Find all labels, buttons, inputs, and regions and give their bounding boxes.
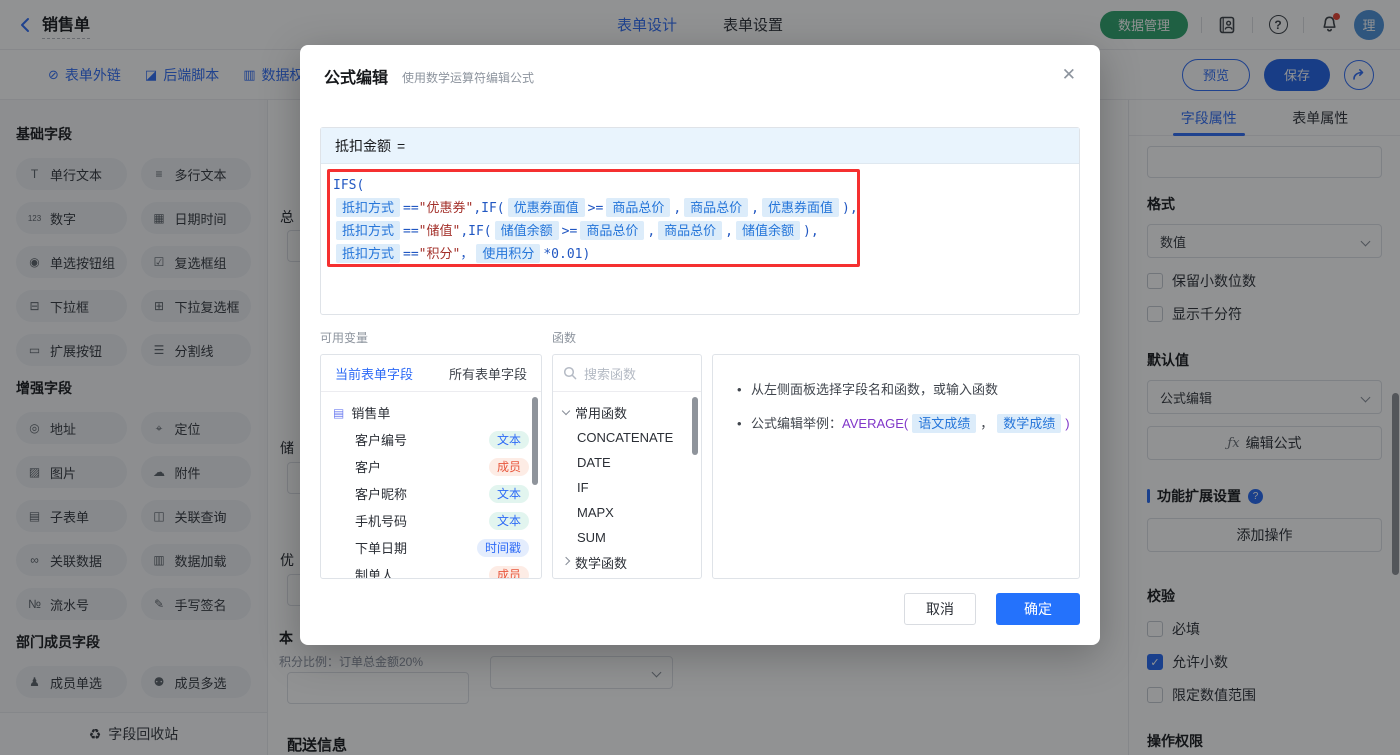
form-doc-icon: ▤ <box>333 406 344 420</box>
variable-label: 客户 <box>355 457 381 476</box>
formula-operator: , <box>673 201 681 216</box>
variables-list: ▤ 销售单 客户编号文本客户成员客户昵称文本手机号码文本下单日期时间戳制单人成员 <box>321 392 541 579</box>
equals-sign: = <box>397 138 405 154</box>
field-type-badge: 时间戳 <box>477 539 529 557</box>
formula-operator: >= <box>588 201 604 216</box>
variable-order-date[interactable]: 下单日期 时间戳 <box>321 534 541 561</box>
variables-panel: 当前表单字段所有表单字段 ▤ 销售单 客户编号文本客户成员客户昵称文本手机号码文… <box>320 354 542 579</box>
formula-operator: *0.01) <box>543 247 590 262</box>
formula-field-pill[interactable]: 优惠券面值 <box>762 198 839 217</box>
variable-label: 下单日期 <box>355 538 407 557</box>
chevron-right-icon <box>562 557 570 565</box>
function-group-math-functions[interactable]: 数学函数 <box>553 550 701 575</box>
formula-line: IFS( <box>333 174 1067 197</box>
formula-operator: IFS( <box>333 178 364 193</box>
field-type-badge: 成员 <box>489 566 529 580</box>
tip-line: 从左侧面板选择字段名和函数，或输入函数 <box>737 373 1079 407</box>
formula-input-area[interactable]: IFS(抵扣方式=="优惠券",IF(优惠券面值>=商品总价,商品总价,优惠券面… <box>321 164 1079 314</box>
function-date[interactable]: DATE <box>553 450 701 475</box>
field-type-badge: 成员 <box>489 458 529 476</box>
app-window: 销售单 表单设计表单设置 数据管理 ? 理 ⊘表单外链◪后端脚本▥数据权 预览 … <box>0 0 1400 755</box>
functions-panel: 搜索函数 常用函数 CONCATENATEDATEIFMAPXSUM 数学函数文本函… <box>552 354 702 579</box>
formula-operator: ,IF( <box>460 224 491 239</box>
chevron-down-icon <box>562 407 570 415</box>
formula-line: 抵扣方式=="储值",IF(储值余额>=商品总价,商品总价,储值余额), <box>333 220 1067 243</box>
formula-editor: 抵扣金额 = IFS(抵扣方式=="优惠券",IF(优惠券面值>=商品总价,商品… <box>320 127 1080 315</box>
cancel-button[interactable]: 取消 <box>904 593 976 625</box>
modal-title: 公式编辑 <box>324 64 388 88</box>
function-group-common-functions[interactable]: 常用函数 <box>553 400 701 425</box>
formula-operator: >= <box>562 224 578 239</box>
field-type-badge: 文本 <box>489 512 529 530</box>
variable-label: 客户昵称 <box>355 484 407 503</box>
example-field-pill: 数学成绩 <box>997 414 1061 433</box>
formula-operator: ), <box>803 224 819 239</box>
variable-customer[interactable]: 客户 成员 <box>321 453 541 480</box>
function-group-label: 常用函数 <box>575 403 627 422</box>
formula-field-pill[interactable]: 抵扣方式 <box>336 221 400 240</box>
formula-string: "积分" <box>419 247 461 262</box>
variable-label: 手机号码 <box>355 511 407 530</box>
formula-operator: , <box>725 224 733 239</box>
formula-field-pill[interactable]: 优惠券面值 <box>508 198 585 217</box>
function-concatenate[interactable]: CONCATENATE <box>553 425 701 450</box>
variable-phone-number[interactable]: 手机号码 文本 <box>321 507 541 534</box>
modal-subtitle: 使用数学运算符编辑公式 <box>402 69 534 86</box>
functions-label: 函数 <box>552 329 712 346</box>
formula-string: "优惠券" <box>419 201 474 216</box>
formula-operator: , <box>751 201 759 216</box>
variables-label: 可用变量 <box>320 329 552 346</box>
function-group-label: 数学函数 <box>575 553 627 572</box>
function-mapx[interactable]: MAPX <box>553 500 701 525</box>
formula-field-pill[interactable]: 储值余额 <box>495 221 559 240</box>
function-if[interactable]: IF <box>553 475 701 500</box>
formula-field-pill[interactable]: 商品总价 <box>684 198 748 217</box>
tab-current-form-fields[interactable]: 当前表单字段 <box>335 364 413 383</box>
example-field-pill: 语文成绩 <box>912 414 976 433</box>
formula-field-pill[interactable]: 储值余额 <box>736 221 800 240</box>
confirm-button[interactable]: 确定 <box>996 593 1080 625</box>
search-placeholder: 搜索函数 <box>584 364 636 383</box>
variables-tabs: 当前表单字段 所有表单字段 <box>321 355 541 392</box>
variable-customer-nickname[interactable]: 客户昵称 文本 <box>321 480 541 507</box>
formula-operator: == <box>403 247 419 262</box>
formula-operator: == <box>403 224 419 239</box>
formula-line: 抵扣方式=="优惠券",IF(优惠券面值>=商品总价,商品总价,优惠券面值), <box>333 197 1067 220</box>
form-node[interactable]: ▤ 销售单 <box>321 399 541 426</box>
function-search-input[interactable]: 搜索函数 <box>553 355 701 392</box>
formula-field-pill[interactable]: 商品总价 <box>606 198 670 217</box>
formula-field-pill[interactable]: 商品总价 <box>658 221 722 240</box>
formula-field-pill[interactable]: 抵扣方式 <box>336 244 400 263</box>
formula-editor-modal: 公式编辑 使用数学运算符编辑公式 ✕ 抵扣金额 = IFS(抵扣方式=="优惠券… <box>300 45 1100 645</box>
variable-label: 制单人 <box>355 565 394 579</box>
variable-customer-no[interactable]: 客户编号 文本 <box>321 426 541 453</box>
field-type-badge: 文本 <box>489 431 529 449</box>
field-type-badge: 文本 <box>489 485 529 503</box>
formula-operator: , <box>647 224 655 239</box>
function-group-label: 文本函数 <box>575 578 627 579</box>
search-icon <box>563 366 577 380</box>
formula-target-bar: 抵扣金额 = <box>321 128 1079 164</box>
formula-string: "储值" <box>419 224 461 239</box>
formula-field-pill[interactable]: 使用积分 <box>476 244 540 263</box>
function-group-text-functions[interactable]: 文本函数 <box>553 575 701 579</box>
variable-label: 客户编号 <box>355 430 407 449</box>
formula-operator: ), <box>842 201 858 216</box>
formula-field-pill[interactable]: 抵扣方式 <box>336 198 400 217</box>
function-sum[interactable]: SUM <box>553 525 701 550</box>
formula-line: 抵扣方式=="积分"，使用积分*0.01) <box>333 243 1067 266</box>
functions-scrollbar[interactable] <box>692 397 698 455</box>
formula-tips-panel: 从左侧面板选择字段名和函数，或输入函数 公式编辑举例：AVERAGE(语文成绩，… <box>712 354 1080 579</box>
variable-creator[interactable]: 制单人 成员 <box>321 561 541 579</box>
formula-field-pill[interactable]: 商品总价 <box>580 221 644 240</box>
formula-operator: ,IF( <box>473 201 504 216</box>
formula-operator: == <box>403 201 419 216</box>
variables-scrollbar[interactable] <box>532 397 538 485</box>
tab-all-form-fields[interactable]: 所有表单字段 <box>449 364 527 383</box>
target-field-name: 抵扣金额 <box>335 136 391 156</box>
tip-example-line: 公式编辑举例：AVERAGE(语文成绩，数学成绩) <box>737 407 1079 441</box>
close-icon[interactable]: ✕ <box>1062 65 1076 85</box>
formula-operator: ， <box>460 247 473 262</box>
